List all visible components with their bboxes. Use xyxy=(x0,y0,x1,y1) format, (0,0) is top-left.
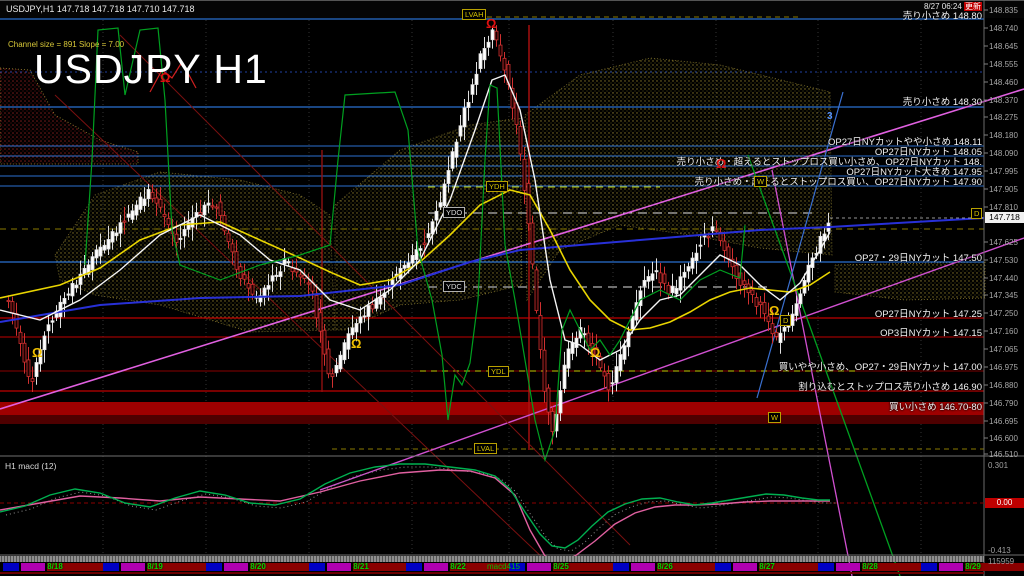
price-tick: 148.180 xyxy=(989,131,1018,140)
level-annotation: 買い小さめ 146.70-80 xyxy=(889,399,982,413)
pivot-label-ydo: YDO xyxy=(443,207,465,218)
watermark-symbol-title: USDJPY H1 xyxy=(34,46,268,93)
price-tick: 148.275 xyxy=(989,113,1018,122)
axis-corner-value: 115959 xyxy=(988,557,1014,566)
price-tick: 147.905 xyxy=(989,185,1018,194)
price-tick: 147.625 xyxy=(989,238,1018,247)
omega-signal-icon: Ω xyxy=(590,345,600,360)
level-annotation: 売り小さめ 148.30 xyxy=(903,94,982,108)
price-tick: 146.880 xyxy=(989,381,1018,390)
omega-signal-icon: Ω xyxy=(486,16,496,31)
current-price-box: 147.718 xyxy=(985,212,1024,223)
price-tick: 148.645 xyxy=(989,42,1018,51)
price-tick: 146.790 xyxy=(989,399,1018,408)
pivot-label-ydh: YDH xyxy=(486,181,508,192)
pivot-label-lval: LVAL xyxy=(474,443,497,454)
channel-indicator-label: Channel size = 891 Slope = 7.00 xyxy=(8,40,124,49)
pivot-label-w: W xyxy=(754,176,767,187)
pivot-label-d: D xyxy=(780,315,791,326)
price-tick: 147.810 xyxy=(989,203,1018,212)
pivot-label-w: W xyxy=(768,412,781,423)
omega-signal-icon: Ω xyxy=(160,70,170,85)
omega-signal-icon: Ω xyxy=(351,336,361,351)
omega-signal-icon: Ω xyxy=(716,156,726,171)
price-tick: 148.090 xyxy=(989,149,1018,158)
price-tick: 147.440 xyxy=(989,274,1018,283)
price-tick: 147.530 xyxy=(989,256,1018,265)
price-tick: 147.995 xyxy=(989,167,1018,176)
omega-signal-icon: Ω xyxy=(769,303,779,318)
date-label: 8/27 xyxy=(759,562,775,571)
pivot-label-ydl: YDL xyxy=(488,366,509,377)
date-label: 8/21 xyxy=(353,562,369,571)
omega-signal-icon: Ω xyxy=(32,345,42,360)
macd-indicator-label: H1 macd (12) xyxy=(5,461,57,471)
price-tick: 146.695 xyxy=(989,417,1018,426)
price-tick: 146.975 xyxy=(989,363,1018,372)
pivot-label-d: D xyxy=(971,208,982,219)
price-tick: 147.345 xyxy=(989,291,1018,300)
level-annotation: 買いやや小さめ、OP27・29日NYカット 147.00 xyxy=(779,359,982,373)
date-label: 8/25 xyxy=(553,562,569,571)
price-tick: 147.160 xyxy=(989,327,1018,336)
level-annotation: 割り込むとストップロス売り小さめ 146.90 xyxy=(798,379,982,393)
wave-count-label: 3 xyxy=(827,111,833,122)
price-tick: 148.460 xyxy=(989,78,1018,87)
date-label: 8/29 xyxy=(965,562,981,571)
date-label: 8/26 xyxy=(657,562,673,571)
price-tick: 148.370 xyxy=(989,96,1018,105)
date-label: 8/22 xyxy=(450,562,466,571)
price-tick: 148.555 xyxy=(989,60,1018,69)
price-tick: 146.600 xyxy=(989,434,1018,443)
pivot-label-lvah: LVAH xyxy=(462,9,486,20)
price-tick: 146.510 xyxy=(989,450,1018,459)
macd-scale-bottom: -0.413 xyxy=(988,546,1011,555)
date-label: 8/18 xyxy=(47,562,63,571)
pivot-label-ydc: YDC xyxy=(443,281,465,292)
level-annotation: OP27日NYカット 147.25 xyxy=(875,306,982,320)
date-label: 8/19 xyxy=(147,562,163,571)
price-tick: 147.250 xyxy=(989,309,1018,318)
level-annotation: 売り小さめ・超えるとストップロス買い、OP27日NYカット 147.90 xyxy=(695,174,982,188)
price-tick: 147.065 xyxy=(989,345,1018,354)
macd-scale-top: 0.301 xyxy=(988,461,1008,470)
chart-window: USDJPY,H1 147.718 147.718 147.710 147.71… xyxy=(0,0,1024,576)
date-label: 8/28 xyxy=(862,562,878,571)
level-annotation: OP27・29日NYカット 147.50 xyxy=(855,250,982,264)
price-tick: 148.740 xyxy=(989,24,1018,33)
level-annotation: 売り小さめ 148.80 xyxy=(903,8,982,22)
level-annotation: OP3日NYカット 147.15 xyxy=(880,325,982,339)
date-label: 8/20 xyxy=(250,562,266,571)
macd-value-box: 0.00 xyxy=(985,498,1024,508)
ribbon-note: macd415 xyxy=(487,562,520,571)
price-tick: 148.835 xyxy=(989,6,1018,15)
